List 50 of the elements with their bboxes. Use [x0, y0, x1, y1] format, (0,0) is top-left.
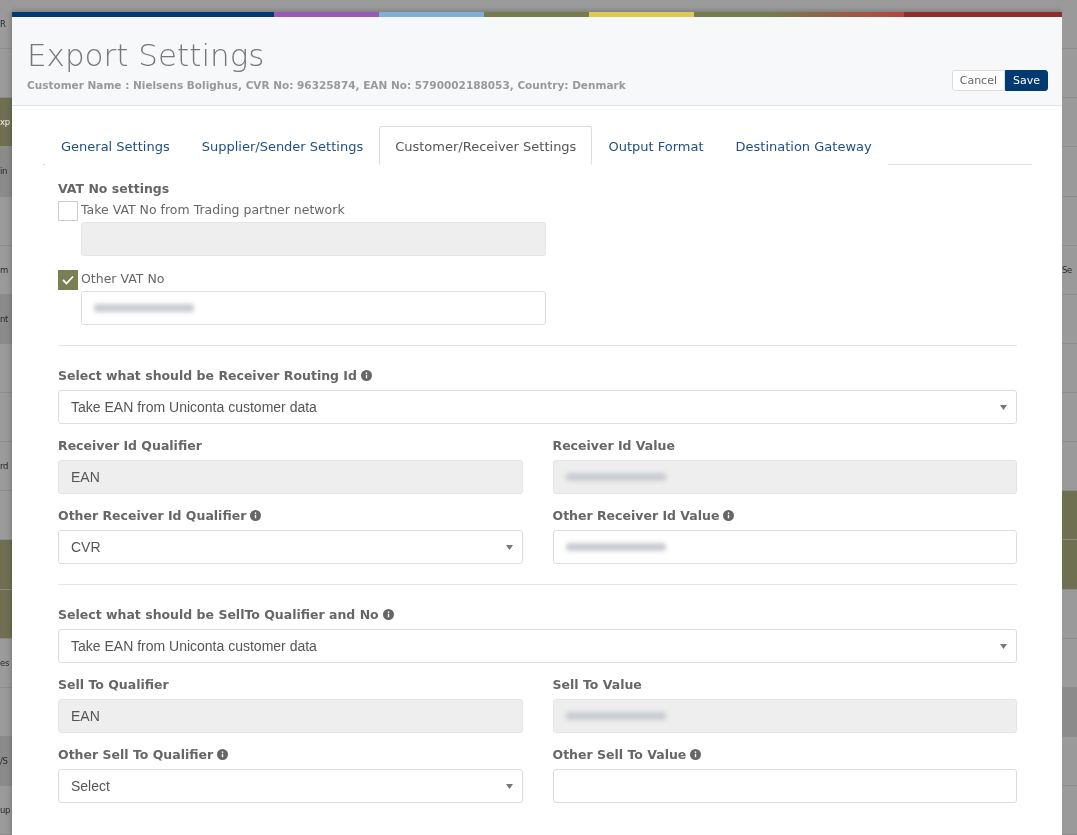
background-text: rd — [0, 461, 9, 472]
background-text: xp — [0, 117, 10, 128]
dialog-title: Export Settings — [27, 37, 266, 73]
checkbox-label: Take VAT No from Trading partner network — [81, 202, 346, 217]
info-icon — [217, 749, 229, 760]
field-label: Receiver Id Value — [552, 438, 676, 453]
input-field[interactable] — [552, 769, 1017, 803]
readonly-field: EAN — [58, 460, 523, 494]
background-text: nt — [0, 313, 9, 324]
select-field[interactable]: Select — [58, 769, 523, 803]
cancel-button[interactable]: Cancel — [951, 70, 1005, 91]
select-field[interactable]: Take EAN from Uniconta customer data — [58, 390, 1017, 424]
field-label: Other Sell To Value — [552, 747, 1017, 762]
select-field[interactable]: CVR — [58, 530, 523, 564]
tab[interactable]: Customer/Receiver Settings — [379, 126, 593, 165]
field-label: Other Receiver Id Value — [552, 508, 1017, 523]
field-label: Sell To Value — [552, 677, 643, 692]
input-field[interactable] — [552, 530, 1017, 564]
field-label: Select what should be Receiver Routing Id — [58, 368, 1017, 383]
select-field[interactable]: Take EAN from Uniconta customer data — [58, 629, 1017, 663]
field-label: Sell To Qualifier — [58, 677, 170, 692]
caret-icon — [1000, 644, 1007, 649]
section-heading: VAT No settings — [58, 181, 171, 196]
caret-icon — [505, 784, 513, 789]
info-icon — [382, 609, 394, 620]
customer-info: Customer Name : Nielsens Bolighus, CVR No: 96325874, EAN No: 5790002188053, Country: Denmark — [27, 79, 626, 91]
checkbox-label: Other VAT No — [81, 271, 166, 286]
field-label: Select what should be SellTo Qualifier and No — [58, 607, 1017, 622]
caret-icon — [505, 545, 513, 550]
background-text: /S — [0, 755, 8, 766]
check-icon — [62, 275, 74, 285]
field-label: Receiver Id Qualifier — [58, 438, 203, 453]
background-text: es — [0, 657, 10, 668]
info-icon — [690, 749, 702, 760]
info-icon — [250, 510, 262, 521]
readonly-field: EAN — [58, 699, 523, 733]
background-text: Se — [1062, 264, 1073, 275]
save-button[interactable]: Save — [1005, 70, 1048, 91]
info-icon — [360, 370, 372, 381]
background-text: m — [0, 264, 8, 275]
input-field[interactable] — [81, 291, 546, 325]
background-text: in — [0, 166, 8, 177]
background-text: R — [0, 19, 6, 30]
field-label: Other Sell To Qualifier — [58, 747, 523, 762]
background-text: up — [0, 805, 11, 816]
caret-icon — [1000, 405, 1007, 410]
checkbox[interactable] — [58, 201, 78, 221]
info-icon — [723, 510, 735, 521]
field-label: Other Receiver Id Qualifier — [58, 508, 523, 523]
checkbox[interactable] — [58, 270, 78, 290]
